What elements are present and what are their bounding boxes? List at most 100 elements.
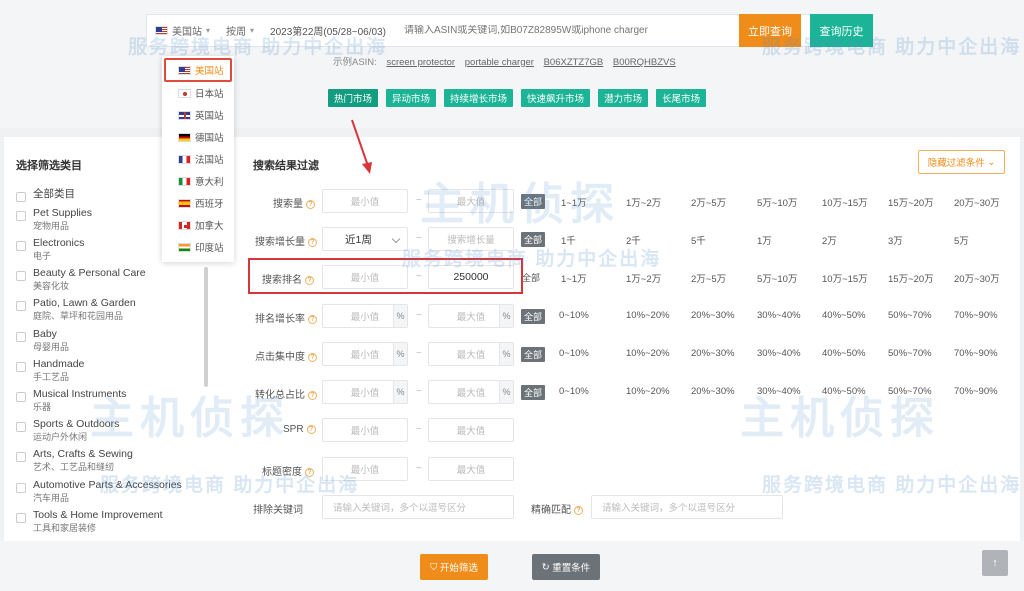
preset-option[interactable]: 5万 (954, 233, 969, 247)
category-item[interactable]: Arts, Crafts & Sewing 艺术、工艺品和缝纫 (16, 448, 133, 474)
checkbox[interactable] (16, 513, 26, 523)
tab-hot-market[interactable]: 热门市场 (328, 89, 379, 107)
sidebar-scrollbar[interactable] (204, 267, 208, 387)
site-option-uk[interactable]: 英国站 (162, 104, 234, 126)
max-input[interactable]: 最大值% (428, 342, 514, 366)
checkbox[interactable] (16, 392, 26, 402)
site-option-de[interactable]: 德国站 (162, 126, 234, 148)
preset-option[interactable]: 2千 (626, 233, 641, 247)
help-icon[interactable]: ? (308, 391, 317, 400)
tab-growth-market[interactable]: 持续增长市场 (444, 89, 514, 107)
checkbox[interactable] (16, 362, 26, 372)
help-icon[interactable]: ? (308, 353, 317, 362)
preset-option[interactable]: 1万~2万 (626, 271, 661, 285)
hide-filters-button[interactable]: 隐藏过滤条件 ⌄ (918, 150, 1005, 174)
preset-option[interactable]: 5千 (691, 233, 706, 247)
preset-option[interactable]: 10%~20% (626, 348, 670, 359)
category-item[interactable]: Beauty & Personal Care 美容化妆 (16, 267, 146, 293)
category-item[interactable]: Handmade 手工艺品 (16, 358, 84, 384)
site-option-fr[interactable]: 法国站 (162, 148, 234, 170)
max-input[interactable]: 最大值% (428, 380, 514, 404)
all-option[interactable]: 全部 (521, 194, 546, 209)
preset-option[interactable]: 50%~70% (888, 310, 932, 321)
max-input[interactable]: 最大值 (428, 189, 514, 213)
category-item[interactable]: Tools & Home Improvement 工具和家居装修 (16, 509, 163, 535)
site-option-in[interactable]: 印度站 (162, 236, 234, 258)
checkbox[interactable] (16, 271, 26, 281)
all-option[interactable]: 全部 (521, 232, 546, 247)
max-input[interactable]: 最大值 (428, 418, 514, 442)
site-select[interactable]: 美国站 ▾ (147, 15, 218, 46)
growth-period-select[interactable]: 近1周 (322, 227, 408, 251)
preset-option[interactable]: 20%~30% (691, 310, 735, 321)
preset-option[interactable]: 30%~40% (757, 348, 801, 359)
preset-option[interactable]: 50%~70% (888, 348, 932, 359)
category-item[interactable]: Automotive Parts & Accessories 汽车用品 (16, 479, 182, 505)
exclude-keywords-input[interactable]: 请输入关键词，多个以逗号区分 (322, 495, 514, 519)
week-select[interactable]: 2023第22周(05/28~06/03) (262, 15, 394, 46)
period-type-select[interactable]: 按周 ▾ (218, 15, 262, 46)
tab-surge-market[interactable]: 快速飙升市场 (521, 89, 591, 107)
preset-option[interactable]: 15万~20万 (888, 271, 934, 285)
preset-option[interactable]: 70%~90% (954, 386, 998, 397)
back-to-top-button[interactable]: ↑ (982, 550, 1008, 576)
site-option-us[interactable]: 美国站 (164, 58, 232, 82)
preset-option[interactable]: 15万~20万 (888, 195, 934, 209)
example-link[interactable]: B06XZTZ7GB (544, 57, 604, 68)
reset-button[interactable]: ↻ 重置条件 (532, 554, 600, 580)
min-input[interactable]: 最小值 (322, 457, 408, 481)
site-option-jp[interactable]: 日本站 (162, 82, 234, 104)
preset-option[interactable]: 1千 (561, 233, 576, 247)
start-filter-button[interactable]: ⛉ 开始筛选 (420, 554, 488, 580)
min-input[interactable]: 最小值% (322, 342, 408, 366)
site-option-ca[interactable]: 加拿大 (162, 214, 234, 236)
all-option[interactable]: 全部 (521, 385, 546, 400)
search-button[interactable]: 立即查询 (739, 14, 801, 47)
help-icon[interactable]: ? (306, 425, 316, 434)
tab-volatile-market[interactable]: 异动市场 (386, 89, 437, 107)
tab-longtail-market[interactable]: 长尾市场 (656, 89, 707, 107)
min-input[interactable]: 最小值% (322, 304, 408, 328)
preset-option[interactable]: 1万 (757, 233, 772, 247)
site-option-it[interactable]: 意大利 (162, 170, 234, 192)
help-icon[interactable]: ? (574, 506, 583, 515)
preset-option[interactable]: 0~10% (559, 348, 589, 359)
category-item[interactable]: Electronics 电子 (16, 237, 84, 263)
help-icon[interactable]: ? (305, 468, 314, 477)
growth-input[interactable]: 搜索增长量 (428, 227, 514, 251)
site-option-es[interactable]: 西班牙 (162, 192, 234, 214)
checkbox[interactable] (16, 211, 26, 221)
preset-option[interactable]: 2万 (822, 233, 837, 247)
preset-option[interactable]: 20万~30万 (954, 271, 1000, 285)
example-link[interactable]: screen protector (386, 57, 455, 68)
checkbox[interactable] (16, 192, 26, 202)
category-item[interactable]: Pet Supplies 宠物用品 (16, 207, 92, 233)
help-icon[interactable]: ? (308, 238, 317, 247)
preset-option[interactable]: 30%~40% (757, 386, 801, 397)
preset-option[interactable]: 20万~30万 (954, 195, 1000, 209)
preset-option[interactable]: 2万~5万 (691, 195, 726, 209)
category-item[interactable]: Baby 母婴用品 (16, 328, 69, 354)
preset-option[interactable]: 5万~10万 (757, 271, 797, 285)
category-item[interactable]: Sports & Outdoors 运动户外休闲 (16, 418, 119, 444)
all-option[interactable]: 全部 (521, 347, 546, 362)
max-input[interactable]: 最大值% (428, 304, 514, 328)
checkbox[interactable] (16, 332, 26, 342)
all-option[interactable]: 全部 (521, 309, 546, 324)
preset-option[interactable]: 70%~90% (954, 348, 998, 359)
preset-option[interactable]: 10%~20% (626, 310, 670, 321)
preset-option[interactable]: 70%~90% (954, 310, 998, 321)
preset-option[interactable]: 5万~10万 (757, 195, 797, 209)
preset-option[interactable]: 40%~50% (822, 348, 866, 359)
max-input[interactable]: 最大值 (428, 457, 514, 481)
checkbox[interactable] (16, 483, 26, 493)
preset-option[interactable]: 1~1万 (561, 195, 587, 209)
preset-option[interactable]: 40%~50% (822, 386, 866, 397)
preset-option[interactable]: 3万 (888, 233, 903, 247)
preset-option[interactable]: 20%~30% (691, 386, 735, 397)
preset-option[interactable]: 10万~15万 (822, 271, 868, 285)
checkbox[interactable] (16, 241, 26, 251)
preset-option[interactable]: 2万~5万 (691, 271, 726, 285)
preset-option[interactable]: 20%~30% (691, 348, 735, 359)
preset-option[interactable]: 30%~40% (757, 310, 801, 321)
